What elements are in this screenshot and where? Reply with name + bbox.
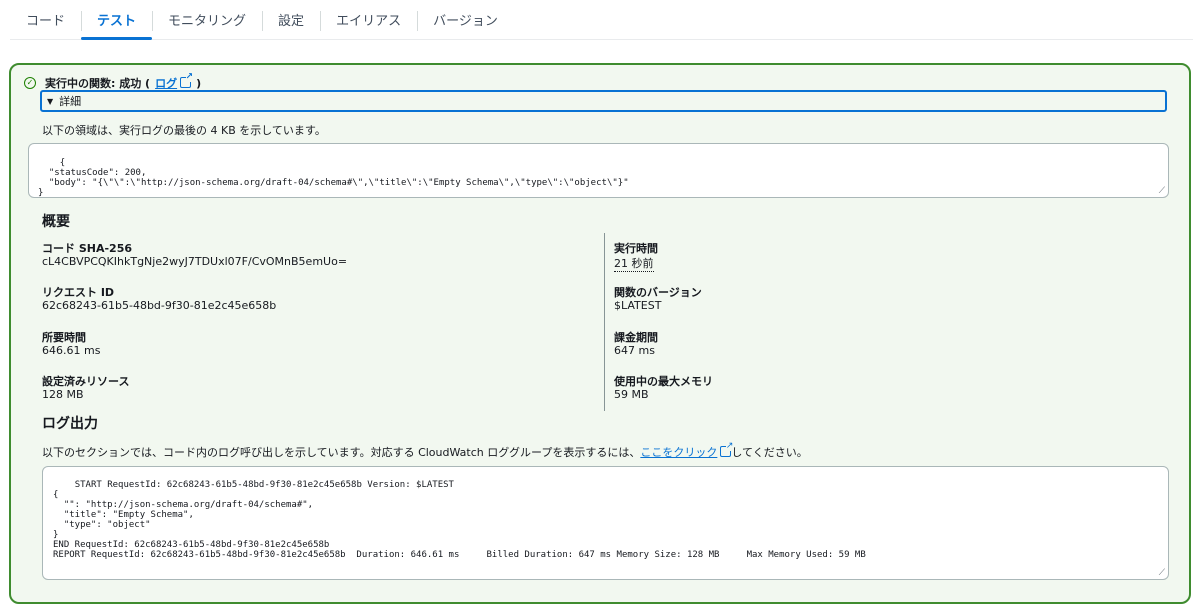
- cloudwatch-link-label: ここをクリック: [640, 446, 718, 459]
- success-check-icon: ✓: [24, 77, 36, 89]
- resize-handle-icon[interactable]: ⟋: [1159, 186, 1165, 196]
- billed-duration-value: 647 ms: [614, 344, 655, 357]
- log-output[interactable]: START RequestId: 62c68243-61b5-48bd-9f30…: [42, 466, 1169, 580]
- result-output[interactable]: { "statusCode": 200, "body": "{\"\":\"ht…: [28, 143, 1169, 198]
- status-suffix: ): [196, 76, 202, 90]
- tab-versions[interactable]: バージョン: [417, 0, 514, 39]
- log-desc-prefix: 以下のセクションでは、コード内のログ呼び出しを示しています。対応する Cloud…: [42, 446, 641, 459]
- tab-configuration[interactable]: 設定: [262, 0, 320, 39]
- summary-column-divider: [604, 233, 605, 411]
- configured-resources-label: 設定済みリソース: [42, 375, 130, 388]
- duration-value: 646.61 ms: [42, 344, 101, 357]
- tab-code[interactable]: コード: [10, 0, 81, 39]
- billed-duration-label: 課金期間: [614, 331, 658, 344]
- log-output-text: START RequestId: 62c68243-61b5-48bd-9f30…: [53, 480, 866, 560]
- log-output-description: 以下のセクションでは、コード内のログ呼び出しを示しています。対応する Cloud…: [42, 441, 808, 460]
- code-sha-value: cL4CBVPCQKIhkTgNje2wyJ7TDUxl07F/CvOMnB5e…: [42, 255, 348, 268]
- log-desc-suffix: してください。: [731, 446, 808, 459]
- log-link-label: ログ: [155, 77, 178, 90]
- details-label: 詳細: [59, 95, 82, 108]
- status-prefix: 実行中の関数: 成功 (: [45, 77, 151, 90]
- function-version-value: $LATEST: [614, 299, 662, 312]
- tab-bar: コード テスト モニタリング 設定 エイリアス バージョン: [10, 0, 1193, 40]
- duration-label: 所要時間: [42, 331, 86, 344]
- execution-result-panel: ✓ 実行中の関数: 成功 ( ログ) ▼ 詳細 以下の領域は、実行ログの最後の 4…: [9, 63, 1191, 604]
- external-link-icon: [180, 72, 194, 88]
- log-link[interactable]: ログ: [155, 72, 194, 91]
- execution-status: ✓ 実行中の関数: 成功 ( ログ): [24, 72, 202, 91]
- caret-down-icon: ▼: [47, 96, 54, 106]
- result-description: 以下の領域は、実行ログの最後の 4 KB を示しています。: [42, 124, 326, 137]
- cloudwatch-link[interactable]: ここをクリック: [640, 441, 734, 459]
- request-id-value: 62c68243-61b5-48bd-9f30-81e2c45e658b: [42, 299, 277, 312]
- execution-time-label: 実行時間: [614, 242, 658, 255]
- result-output-text: { "statusCode": 200, "body": "{\"\":\"ht…: [38, 158, 629, 198]
- request-id-label: リクエスト ID: [42, 286, 115, 299]
- tab-monitoring[interactable]: モニタリング: [152, 0, 262, 39]
- details-toggle[interactable]: ▼ 詳細: [40, 90, 1167, 112]
- execution-time-value[interactable]: 21 秒前: [614, 255, 654, 272]
- max-memory-used-value: 59 MB: [614, 388, 649, 401]
- log-output-heading: ログ出力: [42, 416, 98, 432]
- external-link-icon: [720, 441, 734, 457]
- configured-resources-value: 128 MB: [42, 388, 84, 401]
- max-memory-used-label: 使用中の最大メモリ: [614, 375, 713, 388]
- tab-aliases[interactable]: エイリアス: [320, 0, 417, 39]
- resize-handle-icon[interactable]: ⟋: [1159, 568, 1165, 578]
- summary-heading: 概要: [42, 214, 70, 230]
- code-sha-label: コード SHA-256: [42, 242, 132, 255]
- tab-test[interactable]: テスト: [81, 0, 153, 40]
- function-version-label: 関数のバージョン: [614, 286, 702, 299]
